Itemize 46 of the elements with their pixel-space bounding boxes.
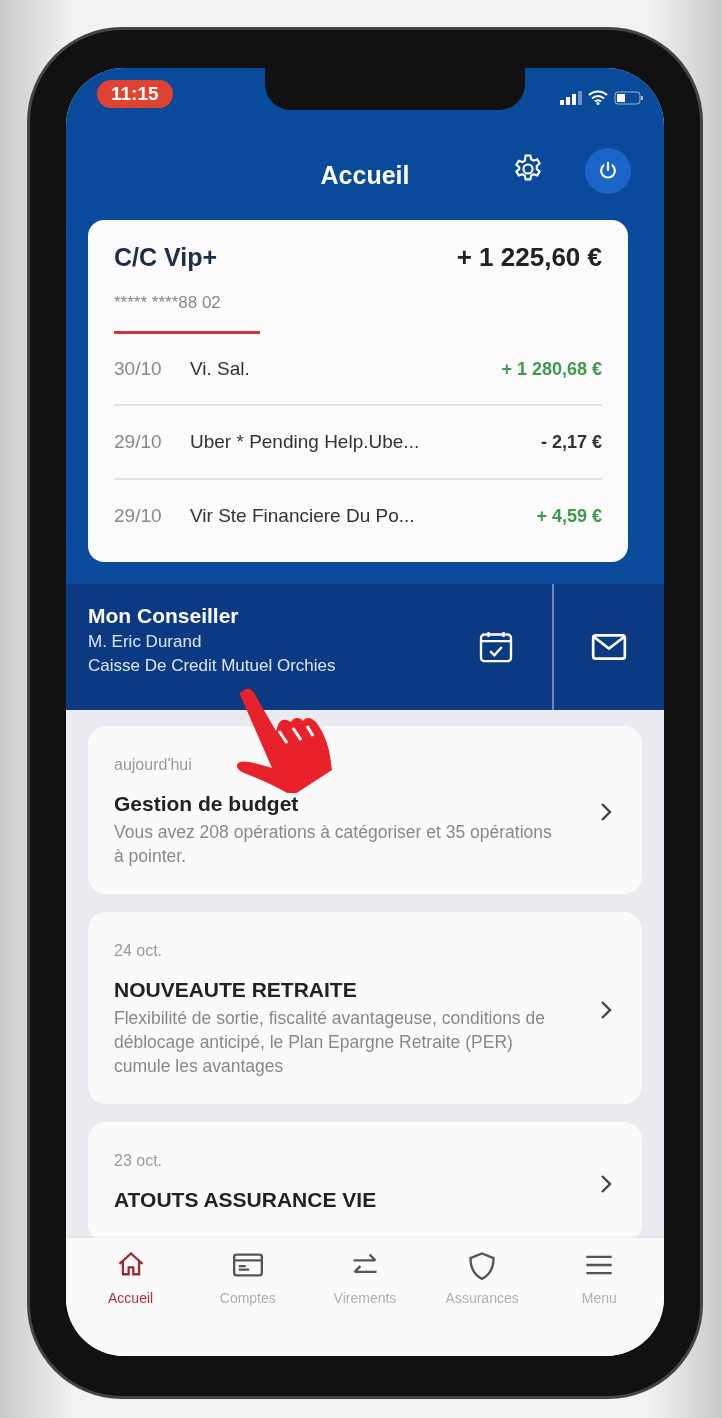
account-card[interactable]: C/C Vip+ + 1 225,60 € ***** ****88 02 30/10 Vi. Sal. + 1 280,68 € 29/10 Uber * Pending Help.Ube... - 2,17 € 29/10 Vir Ste Financiere Du Po... + 4,59 € xyxy=(88,220,628,562)
transaction-row[interactable]: 30/10 Vi. Sal. + 1 280,68 € xyxy=(114,334,602,404)
tab-label: Virements xyxy=(333,1290,397,1306)
chevron-right-icon xyxy=(600,1174,612,1194)
notification-text: Vous avez 208 opérations à catégoriser et 35 opérations à pointer. xyxy=(114,821,553,868)
notification-title: ATOUTS ASSURANCE VIE xyxy=(114,1188,378,1212)
transaction-row[interactable]: 29/10 Vir Ste Financiere Du Po... + 4,59 € xyxy=(114,478,602,552)
notification-date: aujourd'hui xyxy=(114,756,193,774)
notification-card[interactable]: aujourd'hui Gestion de budget Vous avez 208 opérations à catégoriser et 35 opérations à pointer. xyxy=(88,726,642,894)
advisor-heading: Mon Conseiller xyxy=(88,604,240,628)
account-name: C/C Vip+ xyxy=(114,243,218,272)
advisor-name: M. Eric Durand xyxy=(88,632,203,652)
signal-icon xyxy=(560,90,582,105)
notification-text: Flexibilité de sortie, fiscalité avantageuse, conditions de déblocage anticipé, le Plan Epargne Retraite (PER) cumule les avantages xyxy=(114,1007,546,1078)
tab-label: Accueil xyxy=(108,1290,154,1306)
notification-title: NOUVEAUTE RETRAITE xyxy=(114,978,358,1002)
transaction-amount: + 4,59 € xyxy=(536,505,602,527)
tab-label: Assurances xyxy=(445,1290,519,1306)
tab-label: Menu xyxy=(581,1290,617,1306)
notification-title: Gestion de budget xyxy=(114,792,300,816)
tab-label: Comptes xyxy=(219,1290,276,1306)
notification-date: 24 oct. xyxy=(114,942,164,960)
transaction-label: Vi. Sal. xyxy=(190,358,251,380)
screen-title: Accueil xyxy=(320,160,410,190)
transaction-label: Uber * Pending Help.Ube... xyxy=(190,431,421,453)
notification-date: 23 oct. xyxy=(114,1152,164,1170)
account-number: ***** ****88 02 xyxy=(114,293,222,313)
transaction-amount: - 2,17 € xyxy=(540,431,602,453)
transaction-date: 30/10 xyxy=(114,358,163,380)
account-balance: + 1 225,60 € xyxy=(456,242,602,273)
notification-card[interactable]: 24 oct. NOUVEAUTE RETRAITE Flexibilité de sortie, fiscalité avantageuse, conditions de déblocage anticipé, le Plan Epargne Retraite (PER) cumule les avantages xyxy=(88,912,642,1104)
transaction-date: 29/10 xyxy=(114,505,163,527)
advisor-branch: Caisse De Credit Mutuel Orchies xyxy=(88,656,337,676)
chevron-right-icon xyxy=(600,1000,612,1020)
transaction-amount: + 1 280,68 € xyxy=(501,358,602,380)
tab-bar-item[interactable]: Accueil xyxy=(75,1246,186,1310)
battery-icon xyxy=(614,90,644,105)
status-time: 11:15 xyxy=(97,80,173,108)
notification-card[interactable]: 23 oct. ATOUTS ASSURANCE VIE xyxy=(88,1122,642,1238)
card-icon xyxy=(230,1250,265,1280)
wifi-icon xyxy=(588,90,608,105)
transaction-label: Vir Ste Financiere Du Po... xyxy=(190,505,416,527)
transaction-date: 29/10 xyxy=(114,431,163,453)
transaction-row[interactable]: 29/10 Uber * Pending Help.Ube... - 2,17 € xyxy=(114,404,602,478)
chevron-right-icon xyxy=(600,802,612,822)
power-button[interactable] xyxy=(585,148,631,194)
